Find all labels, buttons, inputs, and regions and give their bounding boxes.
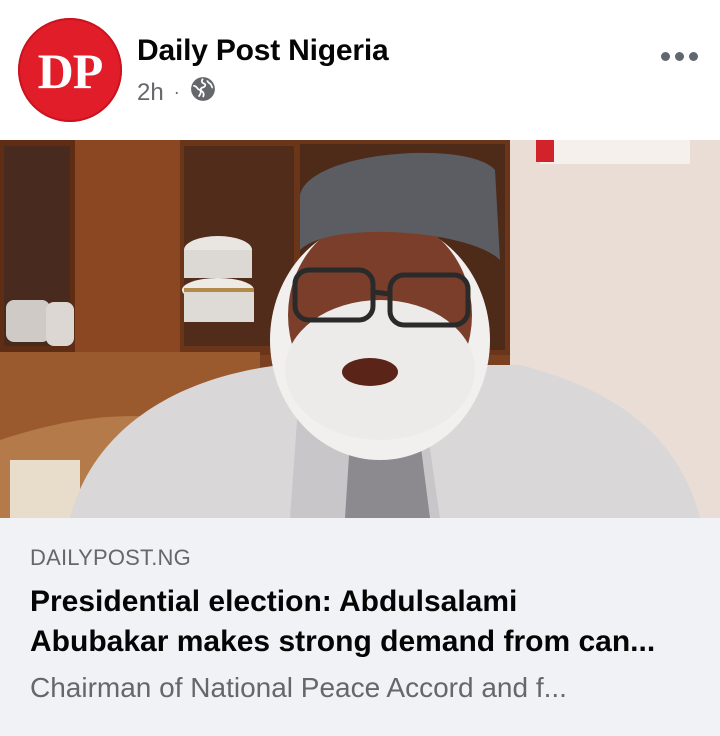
more-options-icon[interactable] [661, 52, 698, 61]
post-header: DP Daily Post Nigeria 2h · [0, 0, 720, 138]
headline-line-2: Abubakar makes strong demand from can... [30, 625, 656, 658]
link-domain: DAILYPOST.NG [30, 545, 191, 570]
post-photo[interactable] [0, 140, 720, 518]
globe-icon[interactable] [190, 76, 216, 109]
more-dot [689, 52, 698, 61]
post-meta: 2h · [137, 76, 216, 109]
headline-line-1: Presidential election: Abdulsalami [30, 585, 518, 618]
page-avatar[interactable]: DP [18, 18, 122, 122]
link-description: Chairman of National Peace Accord and f.… [30, 672, 567, 703]
more-dot [661, 52, 670, 61]
link-headline[interactable]: Presidential election: Abdulsalami Abuba… [30, 582, 700, 662]
meta-separator: · [173, 82, 180, 102]
page-name[interactable]: Daily Post Nigeria [137, 34, 389, 68]
more-dot [675, 52, 684, 61]
post-time[interactable]: 2h [137, 79, 164, 107]
avatar-logo-text: DP [37, 43, 104, 99]
